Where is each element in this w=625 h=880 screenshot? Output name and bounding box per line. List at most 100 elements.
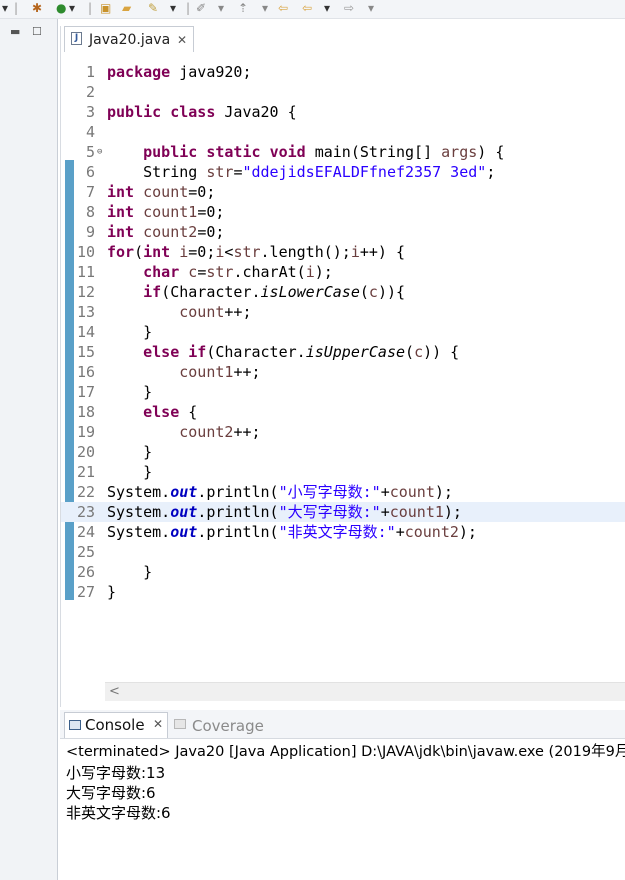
code-line[interactable]: 6 String str="ddejidsEFALDFfnef2357 3ed"… xyxy=(61,162,625,182)
forward-icon[interactable]: ⇨ xyxy=(344,0,354,16)
code-token: public xyxy=(107,143,207,161)
code-line[interactable]: 26 } xyxy=(61,562,625,582)
code-token: static xyxy=(206,143,270,161)
back-dropdown-icon[interactable]: ▾ xyxy=(324,0,330,16)
minimize-icon[interactable]: ▬ xyxy=(10,26,20,38)
code-token: =0; xyxy=(188,243,216,261)
code-line[interactable]: 15 else if(Character.isUpperCase(c)) { xyxy=(61,342,625,362)
code-token: .println( xyxy=(197,503,279,521)
code-line[interactable]: 10 for(int i=0;i<str.length();i++) { xyxy=(61,242,625,262)
line-number: 22 xyxy=(76,483,95,501)
code-line-text: } xyxy=(107,382,152,402)
new-project-icon[interactable]: ▣ xyxy=(100,0,111,16)
code-token: count1 xyxy=(143,203,198,221)
code-token: + xyxy=(395,523,405,541)
code-token: isLowerCase xyxy=(260,283,360,301)
code-token: Java20 { xyxy=(224,103,297,121)
annotation-dropdown-icon[interactable]: ▾ xyxy=(218,0,224,16)
code-token: ( xyxy=(359,283,369,301)
code-line[interactable]: 14 } xyxy=(61,322,625,342)
code-line[interactable]: 19 count2++; xyxy=(61,422,625,442)
code-token: count1 xyxy=(107,363,234,381)
chevron-left-icon[interactable]: < xyxy=(109,683,120,701)
code-line[interactable]: 2 xyxy=(61,82,625,102)
code-token: System. xyxy=(107,523,171,541)
code-line[interactable]: 20 } xyxy=(61,442,625,462)
code-line-text: for(int i=0;i<str.length();i++) { xyxy=(107,242,405,262)
forward-dropdown-icon[interactable]: ▾ xyxy=(368,0,374,16)
line-number: 16 xyxy=(76,363,95,381)
line-number: 5 xyxy=(85,143,95,161)
code-line[interactable]: 25 xyxy=(61,542,625,562)
code-token: else xyxy=(107,403,189,421)
tab-coverage[interactable]: Coverage xyxy=(172,712,276,738)
code-line[interactable]: 11 char c=str.charAt(i); xyxy=(61,262,625,282)
debug-icon[interactable]: ✱ xyxy=(32,0,42,16)
console-status: <terminated> Java20 [Java Application] D… xyxy=(66,744,625,760)
code-line[interactable]: 1 package java920; xyxy=(61,62,625,82)
code-token: "ddejidsEFALDFfnef2357 3ed" xyxy=(242,163,487,181)
code-token: ); xyxy=(443,503,462,521)
editor-tab-java20[interactable]: J Java20.java ✕ xyxy=(64,26,194,52)
code-token: str xyxy=(233,243,261,261)
back-icon[interactable]: ⇦ xyxy=(278,0,288,16)
code-line[interactable]: 24 System.out.println("非英文字母数:"+count2); xyxy=(61,522,625,542)
tab-console[interactable]: Console ✕ xyxy=(64,712,168,738)
code-token: str xyxy=(206,163,234,181)
close-icon[interactable]: ✕ xyxy=(153,717,163,731)
code-line[interactable]: 27} xyxy=(61,582,625,602)
code-line[interactable]: 4 xyxy=(61,122,625,142)
code-line-text: public static void main(String[] args) { xyxy=(107,142,504,162)
code-line[interactable]: 5 ⊖ public static void main(String[] args… xyxy=(61,142,625,162)
code-token: =0; xyxy=(197,223,225,241)
code-line-text: if(Character.isLowerCase(c)){ xyxy=(107,282,405,302)
code-token: count2 xyxy=(404,523,459,541)
line-number: 2 xyxy=(85,83,95,101)
maximize-icon[interactable]: ☐ xyxy=(32,26,42,38)
open-folder-icon[interactable]: ▰ xyxy=(122,0,131,16)
dropdown-arrow-icon[interactable]: ▾ xyxy=(2,0,8,16)
code-token: + xyxy=(380,483,390,501)
horizontal-scrollbar[interactable]: < xyxy=(105,682,625,701)
code-token: { xyxy=(188,403,198,421)
code-line[interactable]: 12 if(Character.isLowerCase(c)){ xyxy=(61,282,625,302)
back-alt-icon[interactable]: ⇦ xyxy=(302,0,312,16)
code-line[interactable]: 8 int count1=0; xyxy=(61,202,625,222)
code-line[interactable]: 13 count++; xyxy=(61,302,625,322)
code-line[interactable]: 21 } xyxy=(61,462,625,482)
code-line-text: System.out.println("小写字母数:"+count); xyxy=(107,482,453,502)
editor-tab-strip: J Java20.java ✕ xyxy=(61,26,625,52)
annotation-icon[interactable]: ✐ xyxy=(196,0,206,16)
line-number: 25 xyxy=(76,543,95,561)
next-dropdown-icon[interactable]: ▾ xyxy=(262,0,268,16)
code-line[interactable]: 22 System.out.println("小写字母数:"+count); xyxy=(61,482,625,502)
code-token: count xyxy=(389,483,435,501)
line-number: 3 xyxy=(85,103,95,121)
run-dropdown-icon[interactable]: ▾ xyxy=(69,0,75,16)
code-token: public xyxy=(107,103,171,121)
code-token: .length(); xyxy=(260,243,351,261)
code-line[interactable]: 18 else { xyxy=(61,402,625,422)
next-annotation-icon[interactable]: ⇡ xyxy=(238,0,248,16)
code-token: str xyxy=(206,263,234,281)
code-token: } xyxy=(107,583,117,601)
fold-collapse-icon[interactable]: ⊖ xyxy=(97,142,102,162)
code-token: (Character. xyxy=(161,283,261,301)
run-icon[interactable]: ● xyxy=(56,0,66,16)
code-text-area[interactable]: 1 package java920; 2 3 public class Java20 {… xyxy=(61,52,625,682)
code-line-text: int count2=0; xyxy=(107,222,224,242)
code-token: out xyxy=(170,503,198,521)
code-line-text: } xyxy=(107,462,152,482)
wand-icon[interactable]: ✎ xyxy=(148,0,158,16)
code-line[interactable]: 3 public class Java20 { xyxy=(61,102,625,122)
code-token: count1 xyxy=(389,503,444,521)
code-token: else xyxy=(107,343,189,361)
code-line[interactable]: 23 System.out.println("大写字母数:"+count1); xyxy=(61,502,625,522)
line-number: 26 xyxy=(76,563,95,581)
code-line[interactable]: 16 count1++; xyxy=(61,362,625,382)
code-line[interactable]: 17 } xyxy=(61,382,625,402)
wand-dropdown-icon[interactable]: ▾ xyxy=(170,0,176,16)
code-line[interactable]: 9 int count2=0; xyxy=(61,222,625,242)
code-line[interactable]: 7 int count=0; xyxy=(61,182,625,202)
close-icon[interactable]: ✕ xyxy=(177,28,187,52)
